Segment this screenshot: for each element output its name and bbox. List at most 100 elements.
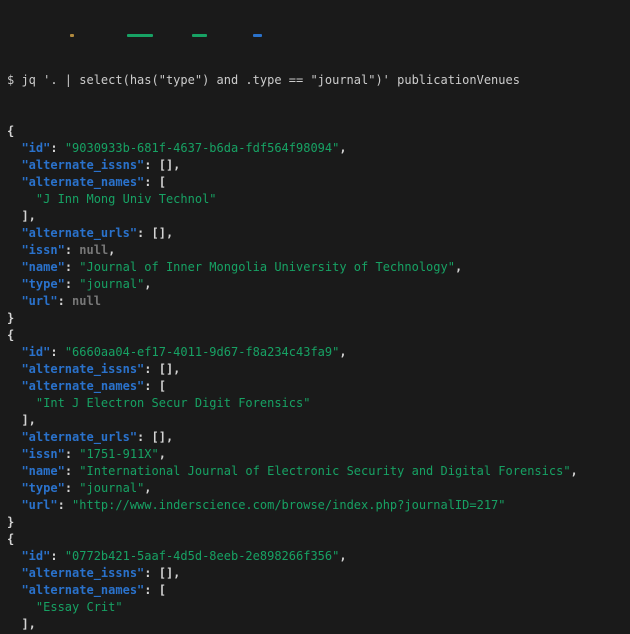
json-punctuation: :	[65, 447, 79, 461]
json-null: null	[72, 294, 101, 308]
json-punctuation	[7, 566, 21, 580]
json-key: "id"	[21, 141, 50, 155]
json-punctuation: :	[65, 243, 79, 257]
json-key: "alternate_names"	[21, 379, 144, 393]
json-punctuation: :	[58, 294, 72, 308]
json-punctuation	[7, 549, 21, 563]
json-key: "alternate_issns"	[21, 566, 144, 580]
terminal-line: "name": "International Journal of Electr…	[7, 463, 630, 480]
json-null: null	[79, 243, 108, 257]
json-punctuation	[7, 277, 21, 291]
json-key: "id"	[21, 549, 50, 563]
json-punctuation	[7, 158, 21, 172]
json-key: "issn"	[21, 243, 64, 257]
json-punctuation: ,	[144, 277, 151, 291]
json-string: "9030933b-681f-4637-b6da-fdf564f98094"	[65, 141, 340, 155]
shell-prompt: $	[7, 73, 21, 87]
terminal-line: "issn": null,	[7, 242, 630, 259]
terminal-line: "type": "journal",	[7, 480, 630, 497]
terminal-line: "Int J Electron Secur Digit Forensics"	[7, 395, 630, 412]
terminal-line: "alternate_issns": [],	[7, 565, 630, 582]
clipped-line-fragment	[70, 34, 74, 37]
terminal-line: {	[7, 327, 630, 344]
terminal-line: "alternate_urls": [],	[7, 225, 630, 242]
json-punctuation: ,	[339, 549, 346, 563]
json-punctuation	[7, 481, 21, 495]
terminal-line: "name": "Journal of Inner Mongolia Unive…	[7, 259, 630, 276]
json-key: "alternate_issns"	[21, 362, 144, 376]
terminal-line: ],	[7, 412, 630, 429]
terminal-line: "alternate_names": [	[7, 174, 630, 191]
terminal-line: "alternate_names": [	[7, 378, 630, 395]
json-punctuation: :	[50, 549, 64, 563]
json-key: "alternate_names"	[21, 583, 144, 597]
terminal-line: "alternate_issns": [],	[7, 361, 630, 378]
json-key: "issn"	[21, 447, 64, 461]
json-string: "Int J Electron Secur Digit Forensics"	[36, 396, 311, 410]
json-punctuation	[7, 192, 36, 206]
json-string: "Journal of Inner Mongolia University of…	[79, 260, 455, 274]
json-punctuation: ,	[455, 260, 462, 274]
json-string: "Essay Crit"	[36, 600, 123, 614]
json-punctuation: ],	[7, 617, 36, 631]
terminal-line: "id": "9030933b-681f-4637-b6da-fdf564f98…	[7, 140, 630, 157]
terminal-line: "url": null	[7, 293, 630, 310]
json-key: "alternate_issns"	[21, 158, 144, 172]
terminal-line: "alternate_issns": [],	[7, 157, 630, 174]
json-key: "name"	[21, 260, 64, 274]
clipped-line-fragment	[192, 34, 207, 37]
terminal-line: "J Inn Mong Univ Technol"	[7, 191, 630, 208]
json-punctuation: :	[50, 141, 64, 155]
terminal-line: }	[7, 514, 630, 531]
json-punctuation	[7, 447, 21, 461]
json-punctuation: ],	[7, 413, 36, 427]
terminal-line: "alternate_names": [	[7, 582, 630, 599]
json-string: "1751-911X"	[79, 447, 158, 461]
terminal-line: "alternate_urls": [],	[7, 429, 630, 446]
json-key: "name"	[21, 464, 64, 478]
json-punctuation	[7, 243, 21, 257]
json-punctuation	[7, 260, 21, 274]
json-punctuation: ,	[571, 464, 578, 478]
json-key: "url"	[21, 294, 57, 308]
command-text: jq '. | select(has("type") and .type == …	[21, 73, 520, 87]
json-key: "alternate_urls"	[21, 430, 137, 444]
json-string: "journal"	[79, 481, 144, 495]
json-punctuation	[7, 226, 21, 240]
terminal-line: "id": "0772b421-5aaf-4d5d-8eeb-2e898266f…	[7, 548, 630, 565]
json-punctuation	[7, 498, 21, 512]
json-punctuation: :	[65, 481, 79, 495]
json-punctuation	[7, 583, 21, 597]
terminal-line: "Essay Crit"	[7, 599, 630, 616]
json-punctuation: :	[65, 464, 79, 478]
terminal-line: ],	[7, 616, 630, 633]
json-key: "url"	[21, 498, 57, 512]
json-string: "J Inn Mong Univ Technol"	[36, 192, 217, 206]
json-string: "http://www.inderscience.com/browse/inde…	[72, 498, 505, 512]
json-punctuation: }	[7, 515, 14, 529]
json-punctuation	[7, 396, 36, 410]
json-key: "type"	[21, 277, 64, 291]
clipped-line-fragment	[127, 34, 153, 37]
json-key: "type"	[21, 481, 64, 495]
json-string: "6660aa04-ef17-4011-9d67-f8a234c43fa9"	[65, 345, 340, 359]
clipped-line-fragment	[253, 34, 262, 37]
json-punctuation: : [],	[144, 158, 180, 172]
json-punctuation: : [	[144, 175, 166, 189]
json-string: "International Journal of Electronic Sec…	[79, 464, 570, 478]
json-punctuation: : [	[144, 583, 166, 597]
json-punctuation: : [	[144, 379, 166, 393]
terminal-line: {	[7, 123, 630, 140]
json-punctuation: : [],	[137, 226, 173, 240]
json-punctuation: ],	[7, 209, 36, 223]
terminal-line: {	[7, 531, 630, 548]
json-punctuation: :	[58, 498, 72, 512]
json-punctuation	[7, 430, 21, 444]
terminal-output: { "id": "9030933b-681f-4637-b6da-fdf564f…	[7, 123, 630, 634]
json-punctuation: :	[50, 345, 64, 359]
json-key: "alternate_urls"	[21, 226, 137, 240]
terminal-line: "id": "6660aa04-ef17-4011-9d67-f8a234c43…	[7, 344, 630, 361]
command-line: $ jq '. | select(has("type") and .type =…	[7, 72, 630, 89]
json-punctuation: ,	[144, 481, 151, 495]
json-punctuation: :	[65, 260, 79, 274]
